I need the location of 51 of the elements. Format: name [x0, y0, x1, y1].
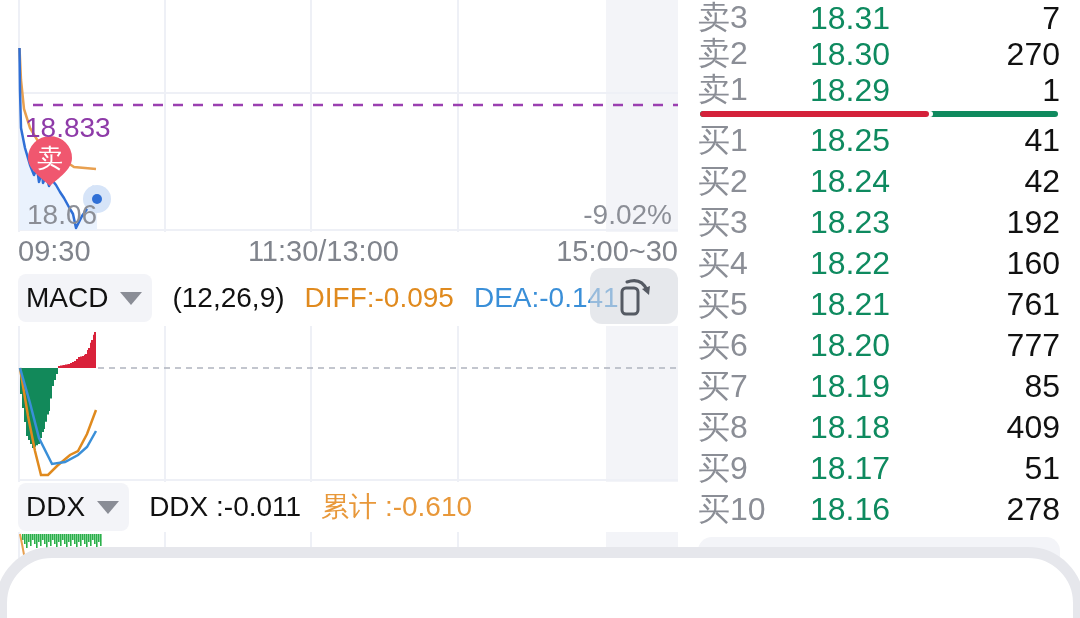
time-axis-label: 09:30	[18, 234, 91, 268]
order-level-label: 买4	[698, 243, 749, 283]
order-level-label: 买10	[698, 489, 767, 529]
order-volume: 761	[1006, 286, 1060, 323]
order-price: 18.31	[810, 0, 892, 37]
dea-value: DEA:-0.141	[473, 282, 619, 314]
order-price: 18.20	[810, 327, 892, 364]
order-level-label: 买3	[698, 202, 749, 242]
order-volume: 192	[1006, 204, 1060, 241]
order-volume: 270	[1006, 35, 1060, 73]
time-axis-label: 15:00~30	[556, 234, 678, 268]
order-level-label: 买1	[698, 120, 749, 160]
order-price: 18.22	[810, 245, 892, 282]
order-volume: 42	[1024, 163, 1060, 200]
order-volume: 278	[1006, 491, 1060, 528]
order-price: 18.17	[810, 450, 892, 487]
indicator-dropdown[interactable]: MACD	[18, 274, 153, 322]
caret-icon	[120, 291, 143, 305]
order-volume: 7	[1042, 0, 1060, 37]
order-level-label: 买5	[698, 284, 749, 324]
order-price: 18.19	[810, 368, 892, 405]
indicator-params: (12,26,9)	[172, 282, 285, 314]
order-price: 18.25	[810, 122, 892, 159]
order-volume: 409	[1006, 409, 1060, 446]
order-level-label: 买6	[698, 325, 749, 365]
order-price: 18.23	[810, 204, 892, 241]
indicator-dropdown[interactable]: DDX	[18, 483, 130, 531]
diff-value: DIFF:-0.095	[304, 282, 454, 314]
order-volume: 85	[1024, 368, 1060, 405]
order-price: 18.16	[810, 491, 892, 528]
order-level-label: 卖1	[698, 70, 749, 109]
caret-icon	[97, 500, 120, 514]
order-volume: 1	[1042, 71, 1060, 109]
order-level-label: 买7	[698, 366, 749, 406]
order-volume: 51	[1024, 450, 1060, 487]
order-price: 18.24	[810, 163, 892, 200]
ddx-value: DDX :-0.011	[149, 491, 302, 523]
order-price: 18.21	[810, 286, 892, 323]
order-volume: 777	[1006, 327, 1060, 364]
ddx-cumulative-value: 累计 :-0.610	[321, 490, 473, 524]
order-price: 18.29	[810, 71, 892, 109]
order-volume: 160	[1006, 245, 1060, 282]
order-level-label: 卖2	[698, 34, 749, 73]
time-axis-label: 11:30/13:00	[247, 234, 399, 268]
order-level-label: 买2	[698, 161, 749, 201]
order-level-label: 买8	[698, 407, 749, 447]
order-price: 18.18	[810, 409, 892, 446]
order-level-label: 买9	[698, 448, 749, 488]
order-level-label: 卖3	[698, 0, 749, 37]
order-price: 18.30	[810, 35, 892, 73]
order-volume: 41	[1024, 122, 1060, 159]
